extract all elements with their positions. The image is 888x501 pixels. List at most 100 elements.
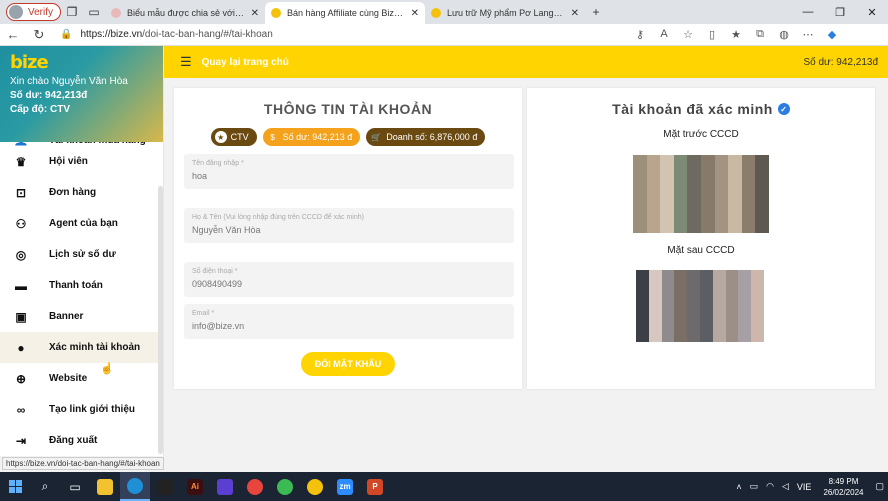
sidebar-item-logout[interactable]: ⇥ Đăng xuất <box>0 425 158 456</box>
new-tab-icon[interactable]: + <box>585 1 607 23</box>
sidebar-item-label: Đơn hàng <box>49 187 97 198</box>
window-controls: — ❐ ✕ <box>792 6 888 19</box>
language-indicator[interactable]: VIE <box>797 482 812 492</box>
menu-icon[interactable]: ☰ <box>180 54 192 70</box>
email-field[interactable]: Email * info@bize.vn <box>184 304 514 339</box>
close-icon[interactable]: ✕ <box>251 8 259 19</box>
back-to-home-link[interactable]: Quay lại trang chủ <box>202 57 289 68</box>
key-icon[interactable]: ⚷ <box>628 28 652 41</box>
app: 👤 Tài khoản mua hàng ♛ Hội viên ⊡ Đơn hà… <box>0 46 888 456</box>
tab-forms[interactable]: Biểu mẫu được chia sẻ với bạn: T ✕ <box>105 2 265 24</box>
file-explorer-icon[interactable] <box>90 472 120 501</box>
address-bar: ← ↻ 🔒 https://bize.vn/doi-tac-ban-hang/#… <box>0 24 888 46</box>
sidebar-balance: Số dư: 942,213đ <box>10 90 88 101</box>
sidebar-item-referral-link[interactable]: ∞ Tạo link giới thiệu <box>0 394 158 425</box>
clock[interactable]: 8:49 PM 26/02/2024 <box>823 476 863 498</box>
sidebar-item-balance-history[interactable]: ◎ Lịch sử số dư <box>0 239 158 270</box>
maximize-icon[interactable]: ❐ <box>824 6 856 19</box>
workspaces-icon[interactable]: ❐ <box>61 1 83 23</box>
close-icon[interactable]: ✕ <box>571 8 579 19</box>
reload-icon[interactable]: ↻ <box>26 27 52 43</box>
chrome-alt-icon[interactable] <box>300 472 330 501</box>
site-icon <box>431 8 442 18</box>
wifi-icon[interactable]: ◠ <box>766 481 774 492</box>
clock-time: 8:49 PM <box>828 476 859 486</box>
favorite-star-icon[interactable]: ☆ <box>676 28 700 41</box>
tab-archive[interactable]: Lưu trữ Mỹ phẩm Pơ Lang - Biz-E ✕ <box>425 2 585 24</box>
tab-actions-icon[interactable]: ▭ <box>83 1 105 23</box>
mouse-cursor-icon: ☝ <box>100 363 114 375</box>
url-host: https://bize.vn <box>80 29 143 40</box>
powerpoint-icon[interactable]: P <box>360 472 390 501</box>
network-icon[interactable]: ▭ <box>750 481 759 492</box>
change-password-button[interactable]: ĐỔI MẬT KHẨU <box>301 352 395 376</box>
logout-icon: ⇥ <box>15 433 27 448</box>
sidebar-scrollbar[interactable] <box>158 186 163 454</box>
back-id-label: Mặt sau CCCD <box>667 245 735 256</box>
copilot-icon[interactable]: ◆ <box>820 28 844 41</box>
read-aloud-icon[interactable]: A <box>652 28 676 41</box>
balance-badge-label: Số dư: 942,213 đ <box>282 132 353 142</box>
level-badge-label: CTV <box>230 132 249 142</box>
sidebar-item-label: Xác minh tài khoản <box>49 342 141 353</box>
sidebar-item-membership[interactable]: ♛ Hội viên <box>0 146 158 177</box>
tab-title: Bán hàng Affiliate cùng Biz-E kho <box>287 8 405 18</box>
fullname-field[interactable]: Họ & Tên (Vui lòng nhập đúng trên CCCD đ… <box>184 208 514 243</box>
topbar-balance: Số dư: 942,213đ <box>803 56 878 68</box>
sales-badge: 🛒 Doanh số: 6,876,000 đ <box>366 128 486 146</box>
minimize-icon[interactable]: — <box>792 6 824 19</box>
favorites-icon[interactable]: ★ <box>724 28 748 41</box>
sidebar-item-payment[interactable]: ▬ Thanh toán <box>0 270 158 301</box>
logo[interactable]: bize <box>10 52 154 73</box>
chevron-up-icon[interactable]: ˄ <box>736 482 741 492</box>
chrome-profile-icon[interactable] <box>270 472 300 501</box>
address-bar-actions: ⚷ A ☆ ▯ ★ ⧉ ◍ ⋯ ◆ <box>628 28 844 41</box>
sidebar-menu: 👤 Tài khoản mua hàng ♛ Hội viên ⊡ Đơn hà… <box>0 138 158 456</box>
collections-icon[interactable]: ⧉ <box>748 28 772 41</box>
group-icon: ⚇ <box>15 216 27 231</box>
phone-field[interactable]: Số điện thoại * 0908490499 <box>184 262 514 297</box>
terminal-icon[interactable] <box>150 472 180 501</box>
zoom-icon[interactable]: zm <box>330 472 360 501</box>
sidebar-level: Cấp độ: CTV <box>10 104 70 115</box>
tab-bize-affiliate[interactable]: Bán hàng Affiliate cùng Biz-E kho ✕ <box>265 2 426 24</box>
close-window-icon[interactable]: ✕ <box>856 6 888 19</box>
sidebar-header: bize Xin chào Nguyễn Văn Hòa Số dư: 942,… <box>0 46 163 142</box>
username-field[interactable]: Tên đăng nhập * hoa <box>184 154 514 189</box>
back-icon[interactable]: ← <box>0 27 26 42</box>
verified-title-text: Tài khoản đã xác minh <box>612 101 773 117</box>
sidebar-item-banner[interactable]: ▣ Banner <box>0 301 158 332</box>
url-field[interactable]: 🔒 https://bize.vn/doi-tac-ban-hang/#/tai… <box>60 26 600 44</box>
fingerprint-icon: ◎ <box>15 247 27 262</box>
close-icon[interactable]: ✕ <box>411 8 419 19</box>
url-path: /doi-tac-ban-hang/#/tai-khoan <box>142 29 273 40</box>
notification-icon[interactable]: ▢ <box>875 481 884 492</box>
site-icon <box>271 8 282 18</box>
profile-button[interactable]: Verify <box>6 3 62 21</box>
task-view-icon[interactable]: ▭ <box>60 472 90 501</box>
chrome-icon[interactable] <box>240 472 270 501</box>
sidebar-item-orders[interactable]: ⊡ Đơn hàng <box>0 177 158 208</box>
verified-title: Tài khoản đã xác minh ✓ <box>527 101 875 117</box>
extensions-icon[interactable]: ◍ <box>772 28 796 41</box>
start-icon[interactable] <box>0 480 30 493</box>
box-icon: ⊡ <box>15 185 27 200</box>
volume-icon[interactable]: ◁ <box>782 481 789 492</box>
field-label: Email * <box>192 310 215 317</box>
dollar-icon: $ <box>270 132 275 142</box>
back-id-image[interactable] <box>636 270 764 342</box>
illustrator-icon[interactable]: Ai <box>180 472 210 501</box>
front-id-image[interactable] <box>633 155 769 233</box>
status-url: https://bize.vn/doi-tac-ban-hang/#/tai-k… <box>2 457 164 470</box>
sidebar-item-label: Website <box>49 373 88 384</box>
sidebar-item-label: Hội viên <box>49 156 88 167</box>
more-icon[interactable]: ⋯ <box>796 28 820 41</box>
search-icon[interactable]: ⌕ <box>30 472 60 501</box>
edge-icon[interactable] <box>120 472 150 501</box>
sidebar-item-website[interactable]: ⊕ Website <box>0 363 158 394</box>
sidebar-item-verify-account[interactable]: ● Xác minh tài khoản <box>0 332 158 363</box>
sidebar-item-agents[interactable]: ⚇ Agent của bạn <box>0 208 158 239</box>
avatar <box>9 5 23 19</box>
split-screen-icon[interactable]: ▯ <box>700 28 724 41</box>
app-icon[interactable] <box>210 472 240 501</box>
